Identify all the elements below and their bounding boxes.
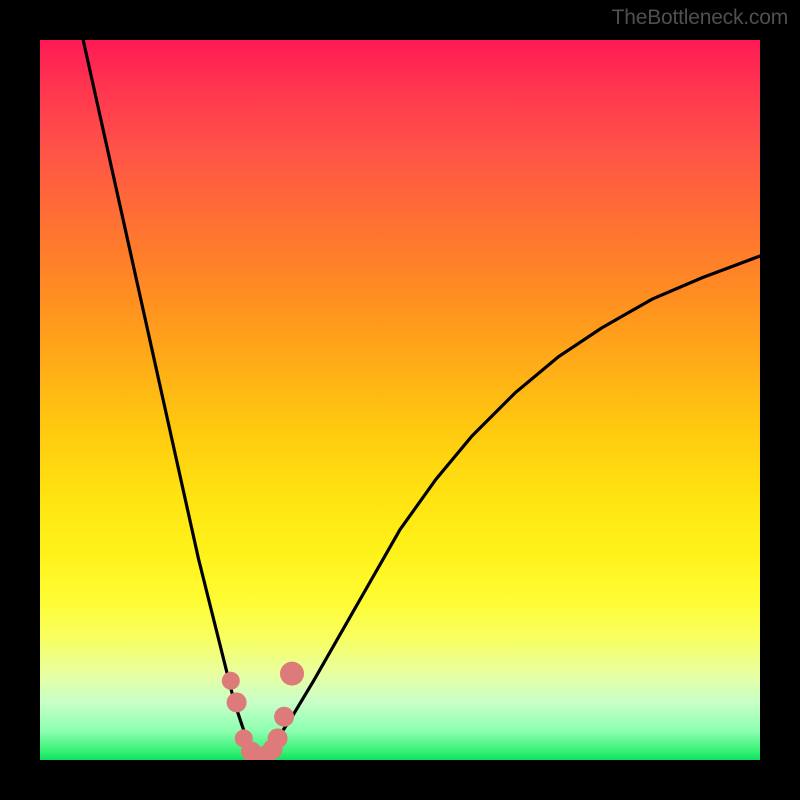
- data-point: [227, 692, 247, 712]
- chart-frame: TheBottleneck.com: [0, 0, 800, 800]
- data-point: [274, 707, 294, 727]
- plot-area: [40, 40, 760, 760]
- data-point: [268, 728, 288, 748]
- points-layer: [40, 40, 760, 760]
- data-point: [222, 672, 240, 690]
- data-point: [280, 662, 304, 686]
- highlighted-points-group: [222, 662, 304, 760]
- attribution-text: TheBottleneck.com: [612, 6, 788, 30]
